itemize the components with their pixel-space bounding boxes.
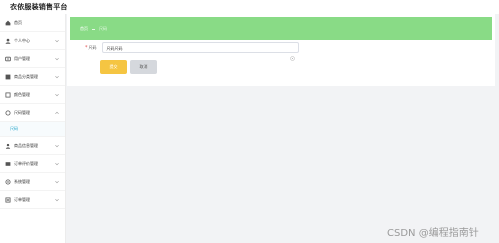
goods-icon	[5, 143, 11, 149]
sidebar-item-label: 系统管理	[14, 178, 30, 184]
chevron-down-icon	[55, 162, 59, 166]
chevron-down-icon	[55, 75, 59, 79]
clear-icon[interactable]	[289, 46, 295, 61]
sidebar-item-review-management[interactable]: 订单评价管理	[0, 155, 65, 173]
sidebar-subitem-size[interactable]: 尺码	[0, 122, 65, 137]
chevron-down-icon	[55, 144, 59, 148]
size-input-value: 尺码尺码	[106, 45, 123, 51]
breadcrumb-root[interactable]: 首页	[80, 26, 88, 32]
required-mark: *	[85, 44, 88, 51]
sidebar-item-label: 订单评价管理	[14, 160, 38, 166]
cancel-button[interactable]: 取消	[130, 60, 157, 74]
sidebar-item-system-management[interactable]: 系统管理	[0, 173, 65, 191]
user-icon	[5, 38, 11, 44]
size-form-row: * 尺码 尺码尺码	[85, 42, 299, 61]
sidebar: 首页 个人中心 用户管理 商品分类管理 颜色管理 尺码管理 尺码 商品信息管理 …	[0, 14, 66, 243]
main-panel: 首页 尺码 * 尺码 尺码尺码 提交 取消	[67, 14, 495, 86]
palette-icon	[5, 92, 11, 98]
sidebar-item-personal-center[interactable]: 个人中心	[0, 32, 65, 50]
breadcrumb-bar: 首页 尺码	[70, 17, 492, 40]
sidebar-item-color-management[interactable]: 颜色管理	[0, 86, 65, 104]
size-input[interactable]: 尺码尺码	[101, 42, 299, 61]
category-icon	[5, 74, 11, 80]
sidebar-item-label: 尺码管理	[14, 109, 30, 115]
sidebar-item-label: 商品信息管理	[14, 142, 38, 148]
sidebar-item-category-management[interactable]: 商品分类管理	[0, 68, 65, 86]
sidebar-item-label: 订单管理	[14, 196, 30, 202]
users-icon	[5, 56, 11, 62]
chevron-down-icon	[55, 198, 59, 202]
chevron-down-icon	[55, 93, 59, 97]
breadcrumb-current: 尺码	[99, 26, 107, 31]
app-title: 衣依服装销售平台	[10, 3, 68, 11]
comment-icon	[5, 161, 11, 167]
ruler-icon	[5, 110, 11, 116]
sidebar-item-user-management[interactable]: 用户管理	[0, 50, 65, 68]
sidebar-item-size-management[interactable]: 尺码管理	[0, 104, 65, 122]
top-bar: 衣依服装销售平台	[0, 0, 499, 14]
sidebar-item-home[interactable]: 首页	[0, 14, 65, 32]
breadcrumb: 首页 尺码	[80, 26, 107, 32]
sidebar-item-label: 颜色管理	[14, 91, 30, 97]
sidebar-item-goods-management[interactable]: 商品信息管理	[0, 137, 65, 155]
submit-button[interactable]: 提交	[100, 60, 127, 74]
sidebar-item-label: 用户管理	[14, 55, 30, 61]
chevron-down-icon	[55, 57, 59, 61]
sidebar-item-label: 商品分类管理	[14, 73, 38, 79]
chevron-down-icon	[55, 39, 59, 43]
chevron-up-icon	[55, 111, 59, 115]
order-icon	[5, 197, 11, 203]
size-field-label: 尺码	[88, 44, 97, 50]
watermark: CSDN @编程指南针	[387, 228, 479, 239]
chevron-down-icon	[55, 180, 59, 184]
sidebar-item-label: 个人中心	[14, 37, 30, 43]
sidebar-item-order-management[interactable]: 订单管理	[0, 191, 65, 209]
sidebar-item-label: 首页	[14, 19, 22, 25]
breadcrumb-separator	[92, 28, 95, 30]
settings-icon	[5, 179, 11, 185]
home-icon	[5, 20, 11, 26]
